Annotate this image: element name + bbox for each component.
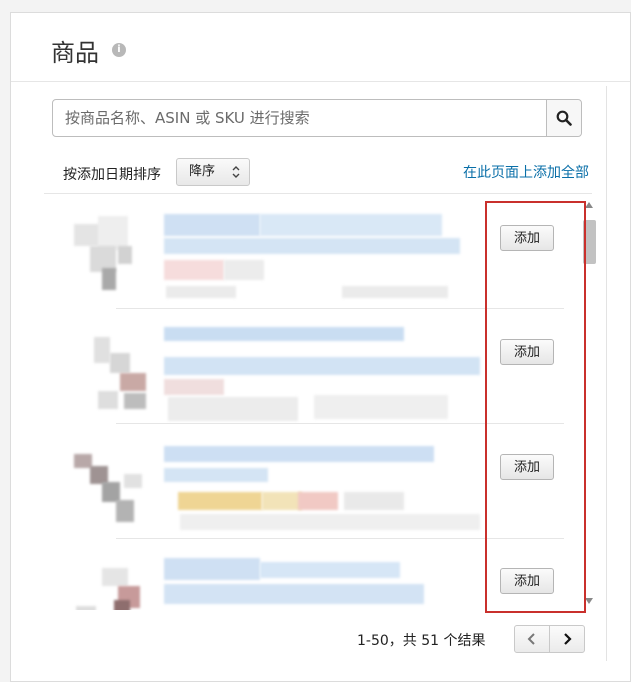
product-thumbnail [68, 438, 144, 522]
add-all-on-page-link[interactable]: 在此页面上添加全部 [463, 162, 589, 182]
info-icon[interactable]: i [112, 43, 126, 57]
scroll-down-arrow-icon[interactable] [585, 598, 593, 604]
pagination-summary: 1-50，共 51 个结果 [357, 633, 486, 649]
search-button[interactable] [546, 100, 581, 136]
add-buttons-highlight-box [485, 201, 586, 613]
page-title: 商品 [51, 39, 99, 67]
chevron-right-icon [564, 633, 572, 645]
sort-order-value: 降序 [189, 164, 216, 179]
product-thumbnail [68, 208, 144, 290]
search-input[interactable] [53, 100, 550, 136]
sort-chevron-icon [232, 166, 240, 178]
panel-header: 商品 i [11, 13, 630, 82]
scroll-up-arrow-icon[interactable] [585, 202, 593, 208]
panel-right-divider [606, 86, 607, 661]
next-page-button[interactable] [549, 625, 585, 653]
search-icon [556, 110, 572, 126]
product-thumbnail [68, 554, 144, 610]
previous-page-button[interactable] [514, 625, 550, 653]
product-thumbnail [68, 323, 146, 409]
search-box [52, 99, 582, 137]
sort-label: 按添加日期排序 [63, 167, 161, 183]
sort-order-select[interactable]: 降序 [176, 158, 250, 186]
chevron-left-icon [527, 633, 535, 645]
